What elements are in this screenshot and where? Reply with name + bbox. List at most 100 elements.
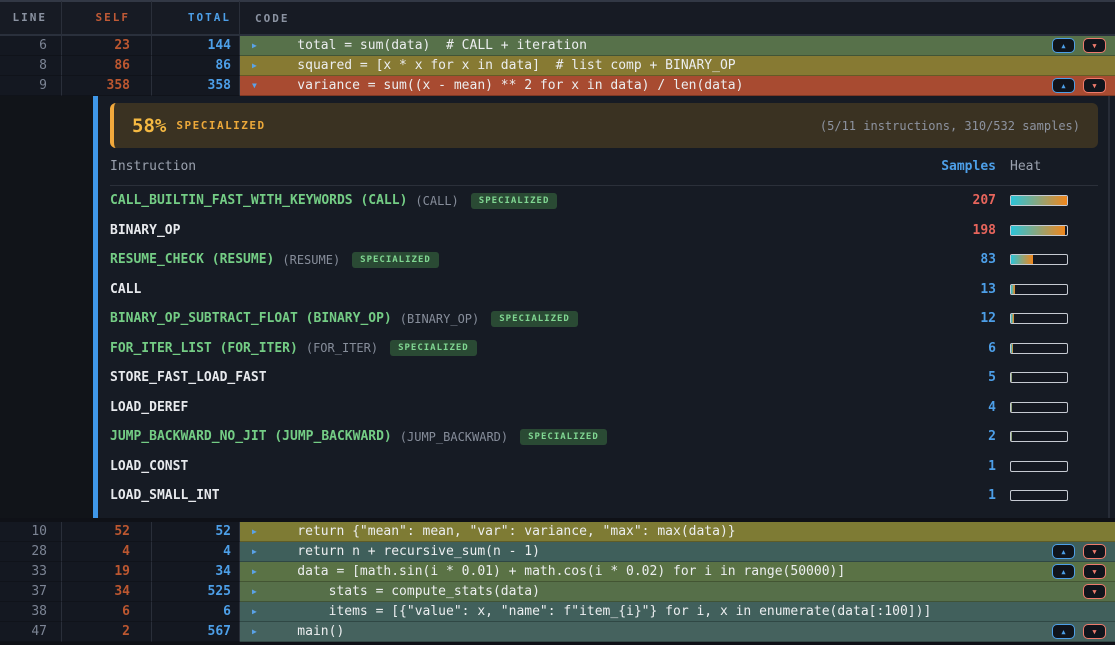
expand-triangle-icon[interactable]: ▶	[252, 41, 266, 50]
code-cell[interactable]: ▶ main() ▲ ▼	[240, 622, 1115, 642]
instruction-samples: 13	[906, 282, 996, 297]
jump-down-button[interactable]: ▼	[1083, 624, 1106, 639]
jump-down-button[interactable]: ▼	[1083, 78, 1106, 93]
down-arrow-icon: ▼	[1092, 82, 1096, 90]
up-arrow-icon: ▲	[1061, 628, 1065, 636]
specialized-badge: SPECIALIZED	[390, 340, 477, 356]
expand-triangle-icon[interactable]: ▶	[252, 61, 266, 70]
heat-bar	[1010, 372, 1068, 383]
source-code-text: return {"mean": mean, "var": variance, "…	[266, 524, 736, 539]
row-buttons: ▲ ▼	[1052, 544, 1106, 559]
down-arrow-icon: ▼	[1092, 42, 1096, 50]
code-cell[interactable]: ▶ items = [{"value": x, "name": f"item_{…	[240, 602, 1115, 622]
heat-bar	[1010, 225, 1068, 236]
row-buttons: ▲ ▼	[1052, 624, 1106, 639]
instruction-row: JUMP_BACKWARD_NO_JIT (JUMP_BACKWARD) (JU…	[110, 422, 1098, 452]
heat-cell	[1010, 225, 1098, 236]
instruction-samples: 5	[906, 370, 996, 385]
expand-triangle-icon[interactable]: ▶	[252, 587, 266, 596]
line-number: 8	[0, 56, 62, 76]
expand-triangle-icon[interactable]: ▶	[252, 527, 266, 536]
code-cell[interactable]: ▶ data = [math.sin(i * 0.01) + math.cos(…	[240, 562, 1115, 582]
instruction-name: STORE_FAST_LOAD_FAST	[110, 370, 267, 385]
total-samples: 144	[152, 36, 240, 56]
jump-up-button[interactable]: ▲	[1052, 38, 1075, 53]
expand-triangle-icon[interactable]: ▼	[252, 81, 266, 90]
specialization-banner: 58% SPECIALIZED (5/11 instructions, 310/…	[110, 103, 1098, 148]
total-samples: 52	[152, 522, 240, 542]
instruction-name: RESUME_CHECK (RESUME)	[110, 252, 274, 267]
self-samples: 52	[62, 522, 152, 542]
heat-cell	[1010, 313, 1098, 324]
jump-down-button[interactable]: ▼	[1083, 584, 1106, 599]
instruction-name: CALL_BUILTIN_FAST_WITH_KEYWORDS (CALL)	[110, 193, 407, 208]
expand-triangle-icon[interactable]: ▶	[252, 567, 266, 576]
instruction-samples: 6	[906, 341, 996, 356]
heat-bar-fill	[1011, 196, 1067, 205]
code-cell[interactable]: ▶ stats = compute_stats(data) ▼	[240, 582, 1115, 602]
instruction-row: LOAD_CONST 1	[110, 452, 1098, 482]
heat-cell	[1010, 490, 1098, 501]
heat-cell	[1010, 372, 1098, 383]
code-cell[interactable]: ▼ variance = sum((x - mean) ** 2 for x i…	[240, 76, 1115, 96]
heat-cell	[1010, 461, 1098, 472]
heat-bar-fill	[1011, 285, 1015, 294]
source-code-text: data = [math.sin(i * 0.01) + math.cos(i …	[266, 564, 845, 579]
line-number: 47	[0, 622, 62, 642]
code-cell[interactable]: ▶ return n + recursive_sum(n - 1) ▲ ▼	[240, 542, 1115, 562]
table-row: 37 34 525 ▶ stats = compute_stats(data) …	[0, 582, 1115, 602]
jump-up-button[interactable]: ▲	[1052, 544, 1075, 559]
instruction-row: LOAD_DEREF 4	[110, 393, 1098, 423]
instruction-samples: 83	[906, 252, 996, 267]
table-row: 10 52 52 ▶ return {"mean": mean, "var": …	[0, 522, 1115, 542]
expand-triangle-icon[interactable]: ▶	[252, 627, 266, 636]
source-code-text: total = sum(data) # CALL + iteration	[266, 38, 587, 53]
jump-down-button[interactable]: ▼	[1083, 38, 1106, 53]
instruction-name: CALL	[110, 282, 141, 297]
code-cell[interactable]: ▶ squared = [x * x for x in data] # list…	[240, 56, 1115, 76]
code-cell[interactable]: ▶ return {"mean": mean, "var": variance,…	[240, 522, 1115, 542]
table-row: 38 6 6 ▶ items = [{"value": x, "name": f…	[0, 602, 1115, 622]
instruction-base-opcode: (FOR_ITER)	[306, 341, 378, 355]
heat-cell	[1010, 195, 1098, 206]
table-row: 47 2 567 ▶ main() ▲ ▼	[0, 622, 1115, 642]
expand-triangle-icon[interactable]: ▶	[252, 547, 266, 556]
expand-triangle-icon[interactable]: ▶	[252, 607, 266, 616]
jump-down-button[interactable]: ▼	[1083, 544, 1106, 559]
specialized-percent: 58%	[132, 115, 166, 137]
instruction-base-opcode: (RESUME)	[282, 253, 340, 267]
code-rows-above: 6 23 144 ▶ total = sum(data) # CALL + it…	[0, 36, 1115, 96]
jump-down-button[interactable]: ▼	[1083, 564, 1106, 579]
jump-up-button[interactable]: ▲	[1052, 624, 1075, 639]
heat-bar	[1010, 254, 1068, 265]
instruction-row: FOR_ITER_LIST (FOR_ITER) (FOR_ITER) SPEC…	[110, 334, 1098, 364]
instruction-name: JUMP_BACKWARD_NO_JIT (JUMP_BACKWARD)	[110, 429, 392, 444]
source-code-text: squared = [x * x for x in data] # list c…	[266, 58, 736, 73]
heat-bar	[1010, 313, 1068, 324]
total-samples: 6	[152, 602, 240, 622]
source-code-text: return n + recursive_sum(n - 1)	[266, 544, 540, 559]
heat-bar	[1010, 284, 1068, 295]
total-samples: 34	[152, 562, 240, 582]
up-arrow-icon: ▲	[1061, 548, 1065, 556]
total-samples: 525	[152, 582, 240, 602]
line-number: 9	[0, 76, 62, 96]
instruction-base-opcode: (JUMP_BACKWARD)	[400, 430, 508, 444]
column-header-samples: Samples	[906, 159, 996, 174]
instruction-row: BINARY_OP_SUBTRACT_FLOAT (BINARY_OP) (BI…	[110, 304, 1098, 334]
self-samples: 86	[62, 56, 152, 76]
up-arrow-icon: ▲	[1061, 568, 1065, 576]
heat-cell	[1010, 402, 1098, 413]
line-number: 10	[0, 522, 62, 542]
instruction-samples: 207	[906, 193, 996, 208]
code-cell[interactable]: ▶ total = sum(data) # CALL + iteration ▲…	[240, 36, 1115, 56]
specialization-summary: (5/11 instructions, 310/532 samples)	[820, 119, 1080, 133]
left-gutter	[0, 96, 93, 518]
jump-up-button[interactable]: ▲	[1052, 564, 1075, 579]
instruction-row: LOAD_SMALL_INT 1	[110, 481, 1098, 511]
self-samples: 2	[62, 622, 152, 642]
heat-bar-fill	[1011, 314, 1014, 323]
heat-bar	[1010, 431, 1068, 442]
jump-up-button[interactable]: ▲	[1052, 78, 1075, 93]
heat-bar-fill	[1011, 344, 1013, 353]
